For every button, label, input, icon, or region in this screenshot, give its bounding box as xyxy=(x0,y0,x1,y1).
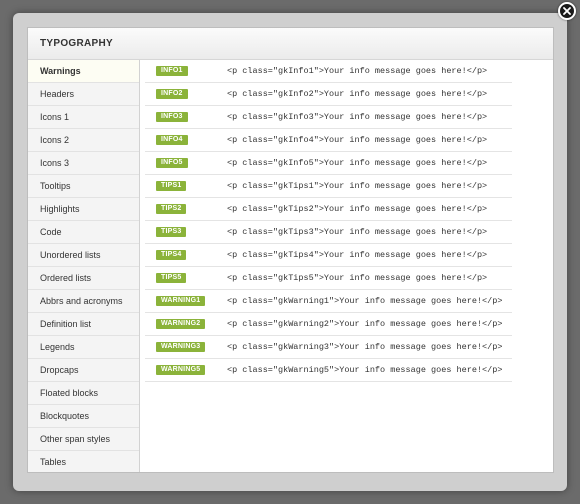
sidebar-item-tables[interactable]: Tables xyxy=(28,451,139,472)
code-snippet: <p class="gkInfo3">Your info message goe… xyxy=(227,112,488,122)
style-badge: INFO5 xyxy=(156,158,188,168)
snippet-row: INFO1 <p class="gkInfo1">Your info messag… xyxy=(145,60,512,83)
snippet-row: INFO2 <p class="gkInfo2">Your info messag… xyxy=(145,83,512,106)
style-badge: WARNING2 xyxy=(156,319,206,329)
code-snippet: <p class="gkTips1">Your info message goe… xyxy=(227,181,488,191)
style-badge: TIPS2 xyxy=(156,204,187,214)
snippet-row: WARNING1 <p class="gkWarning1">Your info … xyxy=(145,290,512,313)
snippet-list: INFO1 <p class="gkInfo1">Your info messag… xyxy=(145,60,553,472)
snippet-row: INFO4 <p class="gkInfo4">Your info messag… xyxy=(145,129,512,152)
snippet-row: INFO3 <p class="gkInfo3">Your info messag… xyxy=(145,106,512,129)
code-snippet: <p class="gkTips2">Your info message goe… xyxy=(227,204,488,214)
close-icon xyxy=(563,7,571,15)
code-snippet: <p class="gkInfo2">Your info message goe… xyxy=(227,89,488,99)
style-badge: INFO4 xyxy=(156,135,188,145)
code-snippet: <p class="gkInfo4">Your info message goe… xyxy=(227,135,488,145)
sidebar-item-highlights[interactable]: Highlights xyxy=(28,198,139,221)
typography-modal: TYPOGRAPHY Warnings Headers Icons 1 Icons 2… xyxy=(27,27,554,473)
sidebar-item-definition-list[interactable]: Definition list xyxy=(28,313,139,336)
sidebar-item-code[interactable]: Code xyxy=(28,221,139,244)
snippet-row: TIPS2 <p class="gkTips2">Your info messag… xyxy=(145,198,512,221)
snippet-row: WARNING3 <p class="gkWarning3">Your info … xyxy=(145,336,512,359)
sidebar-item-ordered-lists[interactable]: Ordered lists xyxy=(28,267,139,290)
snippet-row: TIPS3 <p class="gkTips3">Your info messag… xyxy=(145,221,512,244)
code-snippet: <p class="gkInfo1">Your info message goe… xyxy=(227,66,488,76)
code-snippet: <p class="gkTips3">Your info message goe… xyxy=(227,227,488,237)
sidebar-item-unordered-lists[interactable]: Unordered lists xyxy=(28,244,139,267)
style-badge: TIPS4 xyxy=(156,250,187,260)
modal-header: TYPOGRAPHY xyxy=(28,28,553,60)
sidebar-item-dropcaps[interactable]: Dropcaps xyxy=(28,359,139,382)
code-snippet: <p class="gkWarning2">Your info message … xyxy=(227,319,503,329)
style-badge: TIPS5 xyxy=(156,273,187,283)
style-badge: WARNING5 xyxy=(156,365,206,375)
sidebar-item-floated-blocks[interactable]: Floated blocks xyxy=(28,382,139,405)
sidebar-item-icons-3[interactable]: Icons 3 xyxy=(28,152,139,175)
snippet-row: TIPS4 <p class="gkTips4">Your info messag… xyxy=(145,244,512,267)
sidebar-item-warnings[interactable]: Warnings xyxy=(28,60,139,83)
snippet-row: WARNING5 <p class="gkWarning5">Your info … xyxy=(145,359,512,382)
style-badge: TIPS1 xyxy=(156,181,187,191)
code-snippet: <p class="gkInfo5">Your info message goe… xyxy=(227,158,488,168)
snippet-row: TIPS5 <p class="gkTips5">Your info messag… xyxy=(145,267,512,290)
sidebar-item-abbrs-and-acronyms[interactable]: Abbrs and acronyms xyxy=(28,290,139,313)
style-badge: INFO3 xyxy=(156,112,188,122)
style-badge: WARNING1 xyxy=(156,296,206,306)
code-snippet: <p class="gkWarning3">Your info message … xyxy=(227,342,503,352)
sidebar-item-icons-2[interactable]: Icons 2 xyxy=(28,129,139,152)
snippet-row: TIPS1 <p class="gkTips1">Your info messag… xyxy=(145,175,512,198)
category-sidebar: Warnings Headers Icons 1 Icons 2 Icons 3 Tool… xyxy=(28,60,140,472)
code-snippet: <p class="gkTips5">Your info message goe… xyxy=(227,273,488,283)
snippet-row: INFO5 <p class="gkInfo5">Your info messag… xyxy=(145,152,512,175)
sidebar-item-icons-1[interactable]: Icons 1 xyxy=(28,106,139,129)
sidebar-item-tooltips[interactable]: Tooltips xyxy=(28,175,139,198)
style-badge: INFO2 xyxy=(156,89,188,99)
close-button[interactable] xyxy=(558,2,576,20)
style-badge: INFO1 xyxy=(156,66,188,76)
modal-title: TYPOGRAPHY xyxy=(40,38,114,49)
sidebar-item-legends[interactable]: Legends xyxy=(28,336,139,359)
code-snippet: <p class="gkWarning5">Your info message … xyxy=(227,365,503,375)
sidebar-item-headers[interactable]: Headers xyxy=(28,83,139,106)
style-badge: TIPS3 xyxy=(156,227,187,237)
sidebar-item-blockquotes[interactable]: Blockquotes xyxy=(28,405,139,428)
snippet-row: WARNING2 <p class="gkWarning2">Your info … xyxy=(145,313,512,336)
code-snippet: <p class="gkTips4">Your info message goe… xyxy=(227,250,488,260)
style-badge: WARNING3 xyxy=(156,342,206,352)
sidebar-item-other-span-styles[interactable]: Other span styles xyxy=(28,428,139,451)
code-snippet: <p class="gkWarning1">Your info message … xyxy=(227,296,503,306)
